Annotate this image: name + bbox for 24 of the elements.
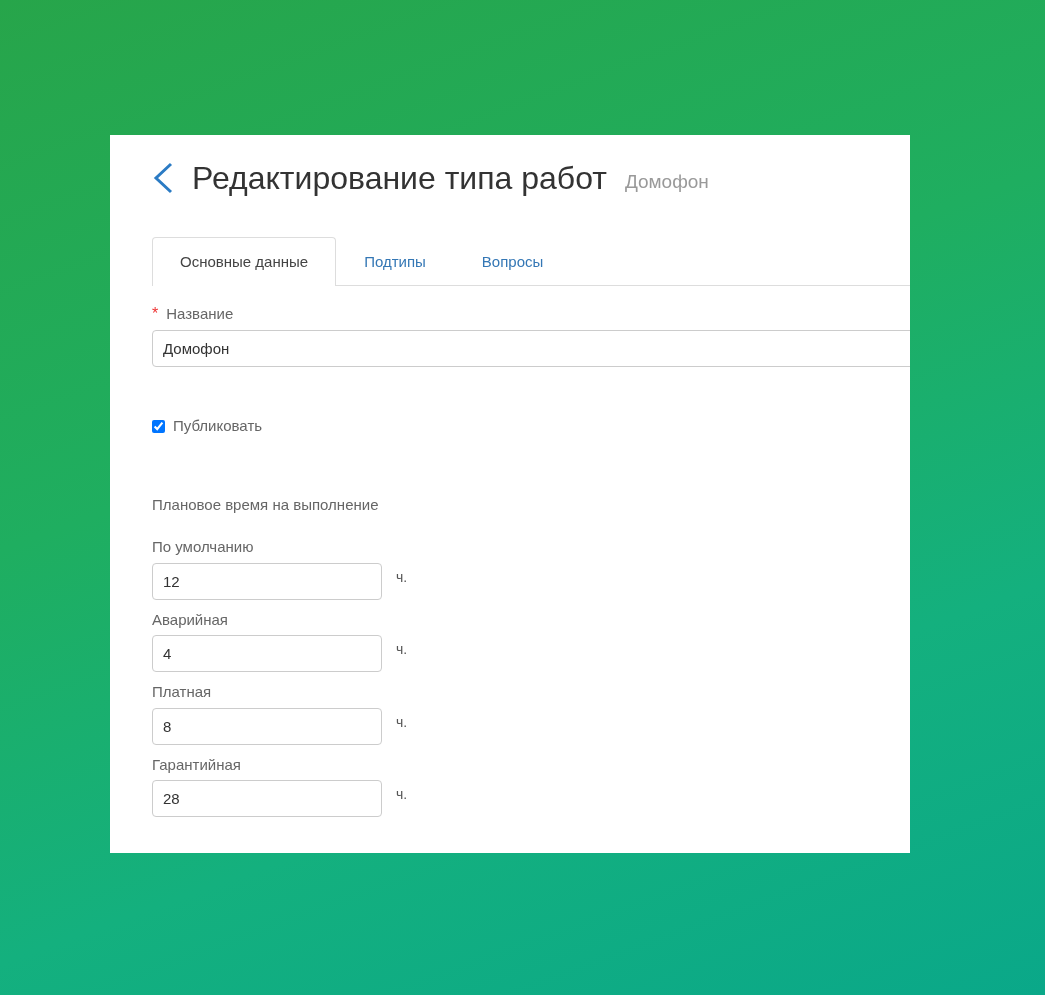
input-field[interactable]: 12 [152, 562, 382, 600]
unit-label: ч. [396, 640, 408, 659]
tab[interactable]: Основные данные [152, 237, 337, 286]
tab[interactable]: Подтипы [336, 237, 454, 286]
input-field[interactable]: 4 [152, 635, 382, 672]
field-label: По умолчанию [152, 537, 255, 557]
tab[interactable]: Вопросы [453, 237, 572, 286]
required-mark: * [152, 304, 159, 324]
unit-label: ч. [396, 712, 408, 732]
input-field[interactable]: 8 [152, 707, 382, 745]
input-field[interactable]: 28 [152, 780, 382, 817]
checkbox-label: Публиковать [173, 416, 263, 436]
field-label: Гарантийная [152, 754, 242, 775]
page-subtitle: Домофон [624, 169, 709, 194]
page-title: Редактирование типа работ [192, 158, 607, 198]
back-icon[interactable] [152, 162, 174, 194]
field-label: Платная [152, 682, 213, 702]
input-field[interactable]: Домофон [152, 330, 910, 367]
field-label: Название [166, 303, 234, 324]
checkbox[interactable] [152, 419, 165, 433]
section-heading: Плановое время на выполнение [152, 494, 380, 515]
unit-label: ч. [396, 567, 408, 587]
field-label: Аварийная [152, 609, 229, 630]
unit-label: ч. [396, 785, 408, 804]
